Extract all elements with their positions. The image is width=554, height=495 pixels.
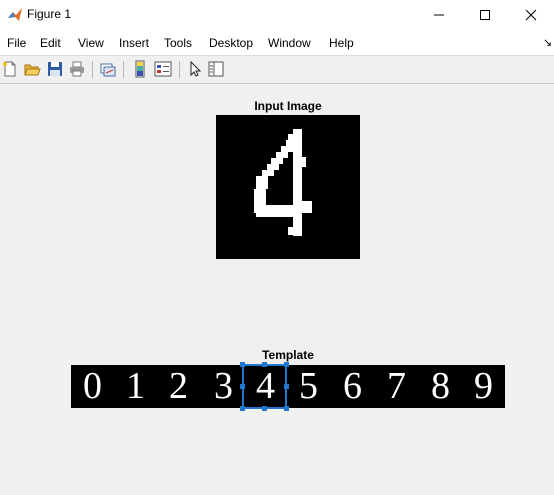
- minimize-icon: [434, 14, 444, 16]
- minimize-button[interactable]: [416, 0, 462, 31]
- toolbar-separator: [123, 61, 124, 78]
- template-digit: 5: [299, 365, 318, 407]
- template-digit: 1: [126, 365, 145, 407]
- selection-handle[interactable]: [240, 406, 245, 411]
- link-plot-icon[interactable]: [99, 60, 117, 78]
- toolbar-separator: [92, 61, 93, 78]
- selection-handle[interactable]: [240, 384, 245, 389]
- template-digit: 3: [214, 365, 233, 407]
- match-selection-rectangle[interactable]: [242, 364, 287, 409]
- selection-handle[interactable]: [240, 362, 245, 367]
- selection-handle[interactable]: [284, 406, 289, 411]
- input-image[interactable]: [216, 115, 360, 259]
- close-icon: [525, 9, 537, 21]
- insert-legend-icon[interactable]: [154, 60, 172, 78]
- menu-edit[interactable]: Edit: [40, 36, 61, 50]
- template-title: Template: [262, 348, 314, 362]
- save-icon[interactable]: [46, 60, 64, 78]
- menu-view[interactable]: View: [78, 36, 104, 50]
- template-digit: 7: [387, 365, 406, 407]
- menu-file[interactable]: File: [7, 36, 26, 50]
- print-icon[interactable]: [68, 60, 86, 78]
- maximize-icon: [480, 10, 490, 20]
- dock-figure-icon[interactable]: ↘: [543, 36, 552, 49]
- window-title: Figure 1: [27, 7, 72, 21]
- template-digit: 2: [169, 365, 188, 407]
- menu-help[interactable]: Help: [329, 36, 354, 50]
- close-button[interactable]: [508, 0, 554, 31]
- menu-window[interactable]: Window: [268, 36, 311, 50]
- insert-colorbar-icon[interactable]: [131, 60, 149, 78]
- menu-bar: File Edit View Insert Tools Desktop Wind…: [0, 31, 554, 55]
- selection-handle[interactable]: [262, 362, 267, 367]
- template-digit: 0: [83, 365, 102, 407]
- new-figure-icon[interactable]: [1, 60, 19, 78]
- selection-handle[interactable]: [284, 384, 289, 389]
- maximize-button[interactable]: [462, 0, 508, 31]
- menu-tools[interactable]: Tools: [164, 36, 192, 50]
- template-digit: 6: [343, 365, 362, 407]
- open-file-icon[interactable]: [23, 60, 41, 78]
- matlab-icon: [8, 8, 22, 21]
- selection-handle[interactable]: [262, 406, 267, 411]
- figure-toolbar: [0, 55, 554, 84]
- menu-insert[interactable]: Insert: [119, 36, 149, 50]
- template-digit: 8: [431, 365, 450, 407]
- template-digit: 9: [474, 365, 493, 407]
- edit-plot-icon[interactable]: [186, 60, 204, 78]
- toolbar-separator: [179, 61, 180, 78]
- plot-browser-icon[interactable]: [207, 60, 225, 78]
- input-image-title: Input Image: [254, 99, 322, 113]
- title-bar: Figure 1: [0, 0, 554, 31]
- selection-handle[interactable]: [284, 362, 289, 367]
- menu-desktop[interactable]: Desktop: [209, 36, 253, 50]
